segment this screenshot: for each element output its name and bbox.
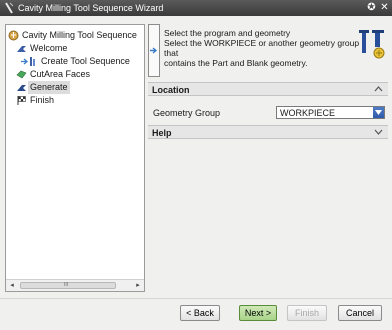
generate-icon: [17, 85, 26, 91]
milling-tools-icon: [359, 30, 385, 59]
dropdown-button[interactable]: [373, 107, 384, 118]
finish-button[interactable]: Finish: [287, 305, 327, 321]
finish-flag-icon: [17, 96, 26, 105]
close-icon[interactable]: ✕: [379, 2, 390, 13]
title-bar[interactable]: Cavity Milling Tool Sequence Wizard ✪ ✕: [0, 0, 392, 16]
tree-horizontal-scrollbar[interactable]: ◂ III ▸: [6, 279, 144, 291]
arrow-right-icon: [150, 47, 158, 54]
cavity-milling-icon: [8, 30, 19, 41]
tree-item-label: CutArea Faces: [30, 69, 91, 79]
tree-item-label: Generate: [28, 81, 70, 94]
chevron-up-icon[interactable]: [374, 84, 383, 94]
instruction-collapse-toggle[interactable]: [148, 24, 160, 77]
instruction-line: contains the Part and Blank geometry.: [164, 58, 308, 68]
help-settings-icon[interactable]: ✪: [366, 2, 377, 13]
chevron-down-icon[interactable]: [374, 127, 383, 137]
cancel-button[interactable]: Cancel: [338, 305, 382, 321]
back-button[interactable]: < Back: [180, 305, 220, 321]
next-button[interactable]: Next >: [239, 305, 277, 321]
instruction-line: Select the program and geometry: [164, 28, 291, 38]
app-icon: [5, 2, 14, 14]
instruction-line: Select the WORKPIECE or another geometry…: [164, 38, 360, 58]
welcome-icon: [17, 46, 26, 52]
tree-item-label: Welcome: [30, 43, 68, 53]
instruction-area: Select the program and geometry Select t…: [148, 24, 387, 78]
scroll-right-icon[interactable]: ▸: [132, 280, 144, 291]
faces-icon: [16, 70, 27, 79]
chevron-down-icon: [375, 110, 382, 115]
window-title: Cavity Milling Tool Sequence Wizard: [18, 3, 164, 13]
geometry-group-label: Geometry Group: [153, 108, 221, 118]
geometry-group-row: Geometry Group WORKPIECE: [148, 102, 388, 124]
geometry-group-select[interactable]: WORKPIECE: [276, 106, 385, 119]
instruction-text: Select the program and geometry Select t…: [164, 28, 360, 68]
tool-sequence-icon: [21, 57, 35, 66]
footer-divider: [0, 298, 392, 299]
tree-item-label: Finish: [30, 95, 55, 105]
geometry-group-value: WORKPIECE: [280, 108, 336, 118]
help-header-label: Help: [152, 128, 172, 138]
help-section-header[interactable]: Help: [148, 125, 388, 139]
steps-tree[interactable]: Cavity Milling Tool Sequence Welcome Cre…: [5, 24, 145, 292]
scroll-left-icon[interactable]: ◂: [6, 280, 18, 291]
wizard-window: Cavity Milling Tool Sequence Wizard ✪ ✕ …: [0, 0, 392, 330]
tree-item-label: Cavity Milling Tool Sequence: [22, 30, 137, 40]
location-header-label: Location: [152, 85, 190, 95]
scrollbar-grip: III: [64, 282, 69, 288]
tree-item-label: Create Tool Sequence: [41, 56, 130, 66]
location-section-header[interactable]: Location: [148, 82, 388, 96]
